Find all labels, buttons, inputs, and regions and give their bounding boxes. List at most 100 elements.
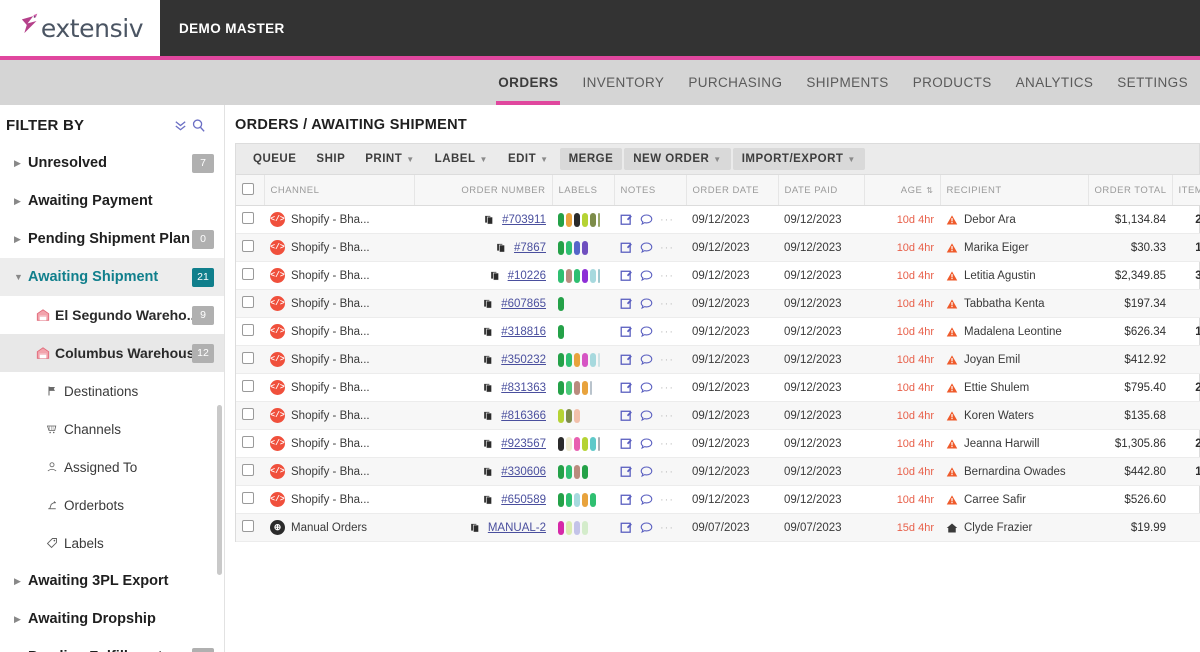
label-swatch[interactable] [582, 241, 588, 255]
table-row[interactable]: </>Shopify - Bha...#923567···09/12/20230… [236, 430, 1200, 458]
column-header-labels[interactable]: LABELS [552, 175, 614, 206]
chevron-right-icon[interactable]: ▶ [14, 158, 28, 169]
label-swatch[interactable] [558, 269, 564, 283]
label-swatch[interactable] [590, 353, 596, 367]
comment-icon[interactable] [640, 409, 653, 422]
label-swatch[interactable] [590, 437, 596, 451]
comment-icon[interactable] [640, 437, 653, 450]
chevron-down-icon[interactable]: ▼ [406, 155, 414, 164]
label-swatch[interactable] [574, 241, 580, 255]
new-order-button[interactable]: NEW ORDER▼ [624, 148, 730, 170]
label-swatch[interactable] [566, 465, 572, 479]
order-number-link[interactable]: #831363 [501, 382, 546, 394]
label-swatch[interactable] [582, 381, 588, 395]
label-swatch[interactable] [590, 381, 592, 395]
chevron-right-icon[interactable]: ▶ [14, 196, 28, 207]
comment-icon[interactable] [640, 241, 653, 254]
label-swatch[interactable] [598, 353, 600, 367]
copy-icon[interactable] [483, 298, 495, 310]
label-swatch[interactable] [566, 213, 572, 227]
edit-note-icon[interactable] [620, 269, 633, 282]
column-header-order-date[interactable]: ORDER DATE [686, 175, 778, 206]
edit-note-icon[interactable] [620, 409, 633, 422]
edit-note-icon[interactable] [620, 521, 633, 534]
row-checkbox[interactable] [242, 408, 254, 420]
label-swatch[interactable] [566, 493, 572, 507]
nav-item-orders[interactable]: ORDERS [486, 60, 570, 105]
sidebar-scrollbar[interactable] [217, 405, 222, 575]
edit-note-icon[interactable] [620, 213, 633, 226]
order-number-link[interactable]: #703911 [502, 214, 546, 226]
logo[interactable]: extensiv [0, 0, 160, 56]
label-swatch[interactable] [590, 269, 596, 283]
copy-icon[interactable] [483, 354, 495, 366]
more-options-icon[interactable]: ··· [660, 466, 674, 478]
label-swatch[interactable] [558, 521, 564, 535]
label-swatch[interactable] [582, 353, 588, 367]
label-button[interactable]: LABEL▼ [426, 148, 497, 170]
table-row[interactable]: </>Shopify - Bha...#10226···09/12/202309… [236, 262, 1200, 290]
column-header-recipient[interactable]: RECIPIENT [940, 175, 1088, 206]
table-row[interactable]: </>Shopify - Bha...#350232···09/12/20230… [236, 346, 1200, 374]
column-header-channel[interactable]: CHANNEL [264, 175, 414, 206]
label-swatch[interactable] [598, 437, 600, 451]
more-options-icon[interactable]: ··· [660, 382, 674, 394]
nav-item-shipments[interactable]: SHIPMENTS [794, 60, 900, 105]
label-swatch[interactable] [558, 325, 564, 339]
comment-icon[interactable] [640, 325, 653, 338]
label-swatch[interactable] [574, 493, 580, 507]
chevron-down-icon[interactable]: ▼ [14, 272, 28, 282]
comment-icon[interactable] [640, 269, 653, 282]
search-icon[interactable] [191, 118, 206, 133]
column-header-items[interactable]: ITEMS [1172, 175, 1200, 206]
table-row[interactable]: </>Shopify - Bha...#7867···09/12/202309/… [236, 234, 1200, 262]
label-swatch[interactable] [574, 521, 580, 535]
sidebar-item-destinations[interactable]: Destinations [0, 372, 224, 410]
order-number-link[interactable]: #330606 [501, 466, 546, 478]
table-row[interactable]: </>Shopify - Bha...#816366···09/12/20230… [236, 402, 1200, 430]
nav-item-settings[interactable]: SETTINGS [1105, 60, 1200, 105]
edit-note-icon[interactable] [620, 297, 633, 310]
label-swatch[interactable] [558, 353, 564, 367]
edit-note-icon[interactable] [620, 437, 633, 450]
row-checkbox[interactable] [242, 436, 254, 448]
copy-icon[interactable] [483, 466, 495, 478]
edit-note-icon[interactable] [620, 493, 633, 506]
import-export-button[interactable]: IMPORT/EXPORT▼ [733, 148, 865, 170]
label-swatch[interactable] [558, 381, 564, 395]
comment-icon[interactable] [640, 521, 653, 534]
row-checkbox[interactable] [242, 212, 254, 224]
more-options-icon[interactable]: ··· [660, 270, 674, 282]
sidebar-item-awaiting-3pl-export[interactable]: ▶Awaiting 3PL Export [0, 562, 224, 600]
copy-icon[interactable] [496, 242, 508, 254]
order-number-link[interactable]: #7867 [514, 242, 546, 254]
sidebar-item-el-segundo-wareho[interactable]: El Segundo Wareho...9 [0, 296, 224, 334]
more-options-icon[interactable]: ··· [660, 298, 674, 310]
label-swatch[interactable] [566, 409, 572, 423]
order-number-link[interactable]: #607865 [501, 298, 546, 310]
table-row[interactable]: </>Shopify - Bha...#330606···09/12/20230… [236, 458, 1200, 486]
label-swatch[interactable] [566, 269, 572, 283]
comment-icon[interactable] [640, 381, 653, 394]
label-swatch[interactable] [582, 493, 588, 507]
row-checkbox[interactable] [242, 296, 254, 308]
column-header-date-paid[interactable]: DATE PAID [778, 175, 864, 206]
row-checkbox[interactable] [242, 268, 254, 280]
comment-icon[interactable] [640, 297, 653, 310]
sidebar-item-columbus-warehouse[interactable]: Columbus Warehouse12 [0, 334, 224, 372]
sidebar-item-channels[interactable]: Channels [0, 410, 224, 448]
collapse-all-icon[interactable] [173, 118, 188, 133]
label-swatch[interactable] [558, 409, 564, 423]
column-header-order-number[interactable]: ORDER NUMBER [414, 175, 552, 206]
chevron-down-icon[interactable]: ▼ [847, 155, 855, 164]
label-swatch[interactable] [558, 297, 564, 311]
comment-icon[interactable] [640, 493, 653, 506]
row-checkbox[interactable] [242, 520, 254, 532]
label-swatch[interactable] [598, 213, 600, 227]
nav-item-products[interactable]: PRODUCTS [901, 60, 1004, 105]
label-swatch[interactable] [582, 465, 588, 479]
order-number-link[interactable]: #350232 [501, 354, 546, 366]
label-swatch[interactable] [574, 381, 580, 395]
edit-note-icon[interactable] [620, 241, 633, 254]
more-options-icon[interactable]: ··· [660, 326, 674, 338]
